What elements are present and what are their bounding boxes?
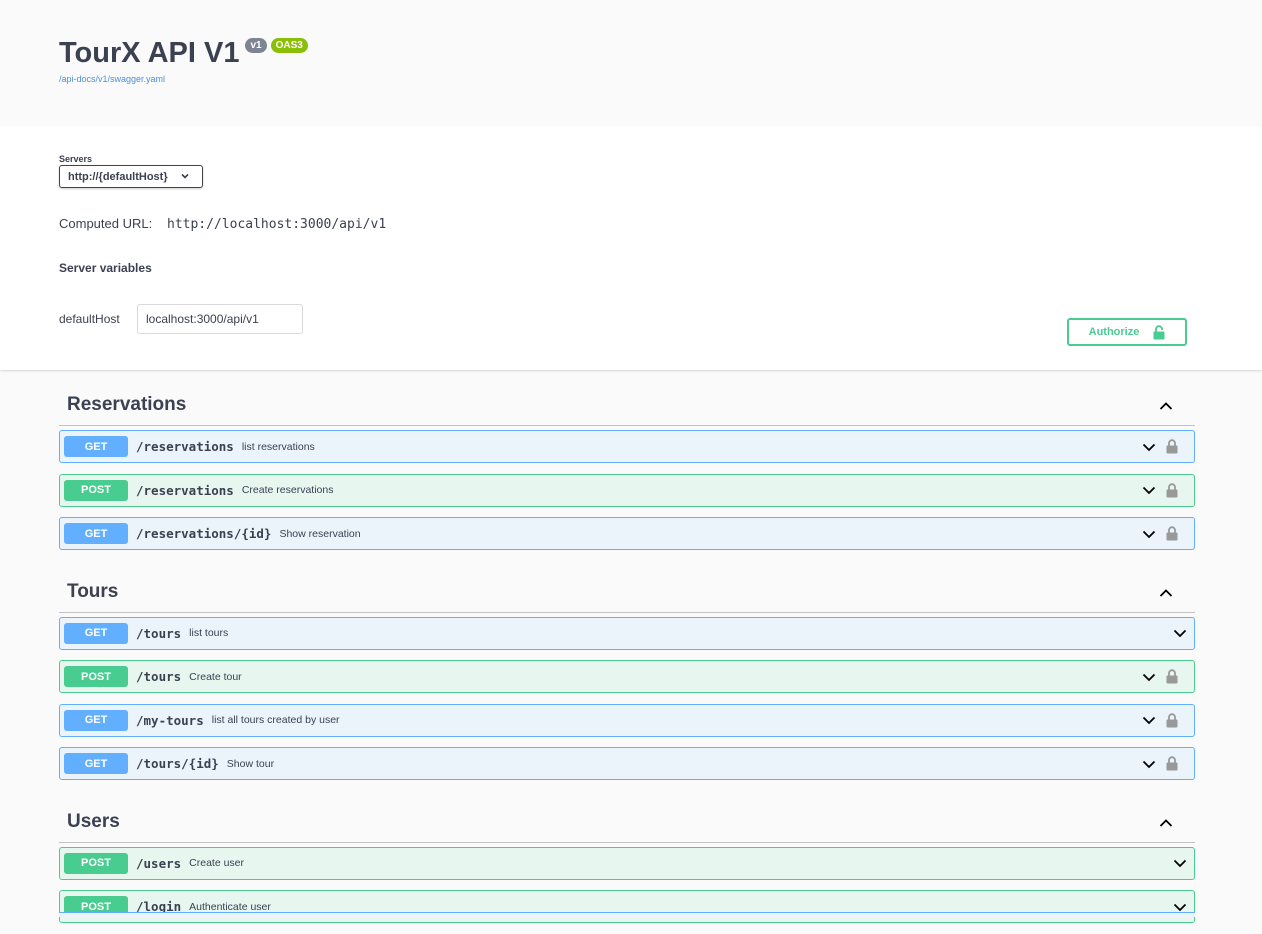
lock-icon[interactable]: [1166, 712, 1178, 728]
lock-icon[interactable]: [1166, 669, 1178, 684]
operation-path: /tours/{id}: [136, 756, 219, 771]
operations-wrapper: Reservations GET/reservations list reserva…: [59, 370, 1195, 934]
chevron-up-icon[interactable]: [1159, 818, 1173, 828]
authorize-label: Authorize: [1088, 326, 1140, 338]
operation-controls: [1142, 705, 1194, 736]
operation-summary: Create reservations: [241, 484, 334, 496]
default-host-label: defaultHost: [59, 312, 120, 326]
servers-label: Servers: [59, 154, 93, 164]
operation-summary: Create tour: [189, 670, 242, 683]
operation-row[interactable]: GET/my-tours list all tours created by us…: [59, 703, 1195, 737]
unlock-icon: [1153, 324, 1165, 339]
operation-path: /tours: [136, 625, 182, 641]
operation-path: /users: [136, 855, 182, 871]
chevron-down-icon[interactable]: [1142, 672, 1156, 682]
operation-row[interactable]: GET/reservations list reservations: [59, 430, 1195, 463]
tag-header[interactable]: Users: [59, 791, 1195, 843]
operation-summary: Create user: [189, 857, 245, 869]
method-badge: GET: [64, 709, 128, 731]
operation-controls: [1173, 891, 1194, 922]
computed-url-label: Computed URL:: [59, 216, 153, 231]
operation-path: /my-tours: [136, 712, 204, 728]
operation-row[interactable]: POST/login Authenticate user: [59, 890, 1195, 923]
tag-title: Tours: [67, 580, 119, 602]
chevron-down-icon[interactable]: [1142, 715, 1156, 725]
operation-row[interactable]: GET/reservations/{id} Show reservation: [59, 517, 1195, 550]
chevron-down-icon[interactable]: [1142, 485, 1156, 495]
version-badge: v1: [245, 38, 267, 53]
operation-controls: [1142, 518, 1194, 549]
tag-header[interactable]: Reservations: [59, 370, 1195, 426]
chevron-down-icon: [181, 173, 189, 179]
operation-summary: list tours: [189, 627, 229, 639]
operation-row[interactable]: POST/reservations Create reservations: [59, 473, 1195, 507]
lock-icon[interactable]: [1166, 439, 1178, 454]
method-badge: GET: [64, 753, 128, 774]
chevron-up-icon[interactable]: [1159, 401, 1173, 411]
operation-summary: Show tour: [226, 757, 275, 770]
chevron-down-icon[interactable]: [1173, 858, 1187, 868]
operation-row[interactable]: GET/tours list tours: [59, 616, 1195, 650]
method-badge: GET: [64, 436, 128, 457]
computed-url-value: http://localhost:3000/api/v1: [167, 217, 387, 232]
tag-section-reservations: Reservations GET/reservations list reserva…: [59, 370, 1195, 550]
tag-section-users: Users POST/users Create user POST/login Auth…: [59, 791, 1195, 923]
operation-path: /tours: [136, 669, 182, 684]
oas-badge: OAS3: [270, 38, 308, 53]
operations-list: GET/tours list tours POST/tours Create tour…: [59, 613, 1195, 780]
tag-title: Reservations: [67, 394, 187, 415]
tag-section-tours: Tours GET/tours list tours POST/tours Create…: [59, 561, 1195, 780]
lock-icon[interactable]: [1166, 526, 1178, 541]
operation-controls: [1142, 748, 1194, 779]
method-badge: POST: [64, 479, 128, 501]
spec-link[interactable]: /api-docs/v1/swagger.yaml: [59, 74, 165, 84]
next-operation-strip: [59, 912, 1195, 917]
title-row: TourX API V1 v1 OAS3: [59, 36, 308, 70]
operation-row[interactable]: POST/users Create user: [59, 846, 1195, 880]
operation-row[interactable]: GET/tours/{id} Show tour: [59, 747, 1195, 780]
server-select-value: http://{defaultHost}: [68, 170, 168, 183]
api-title: TourX API V1: [59, 37, 240, 69]
operation-row[interactable]: POST/tours Create tour: [59, 660, 1195, 693]
default-host-input[interactable]: [137, 304, 303, 334]
chevron-down-icon[interactable]: [1142, 759, 1156, 769]
server-select[interactable]: http://{defaultHost}: [59, 165, 203, 188]
chevron-up-icon[interactable]: [1159, 588, 1173, 598]
operations-list: GET/reservations list reservations POST/re…: [59, 426, 1195, 550]
chevron-down-icon[interactable]: [1142, 529, 1156, 539]
operation-summary: Authenticate user: [189, 900, 271, 913]
operation-summary: Show reservation: [279, 527, 361, 540]
operation-controls: [1142, 661, 1194, 692]
operation-path: /reservations: [136, 482, 234, 498]
operation-path: /reservations/{id}: [136, 526, 272, 541]
method-badge: GET: [64, 622, 128, 644]
chevron-down-icon[interactable]: [1173, 628, 1187, 638]
chevron-down-icon[interactable]: [1142, 442, 1156, 452]
operation-summary: list reservations: [241, 440, 315, 453]
server-block: Servers http://{defaultHost} Computed UR…: [0, 126, 1262, 370]
operations-list: POST/users Create user POST/login Authentic…: [59, 843, 1195, 923]
method-badge: GET: [64, 523, 128, 544]
operation-controls: [1173, 618, 1194, 649]
lock-icon[interactable]: [1166, 482, 1178, 498]
operation-controls: [1173, 848, 1194, 879]
chevron-down-icon[interactable]: [1173, 902, 1187, 912]
operation-controls: [1142, 475, 1194, 506]
info-block: TourX API V1 v1 OAS3 /api-docs/v1/swagge…: [0, 0, 1262, 126]
method-badge: POST: [64, 852, 128, 874]
lock-icon[interactable]: [1166, 756, 1178, 771]
operation-summary: list all tours created by user: [211, 714, 340, 726]
server-variables-title: Server variables: [59, 261, 152, 275]
operation-controls: [1142, 431, 1194, 462]
tag-title: Users: [67, 810, 120, 832]
authorize-button[interactable]: Authorize: [1067, 318, 1187, 346]
operation-path: /reservations: [136, 439, 234, 454]
tag-header[interactable]: Tours: [59, 561, 1195, 613]
method-badge: POST: [64, 666, 128, 687]
